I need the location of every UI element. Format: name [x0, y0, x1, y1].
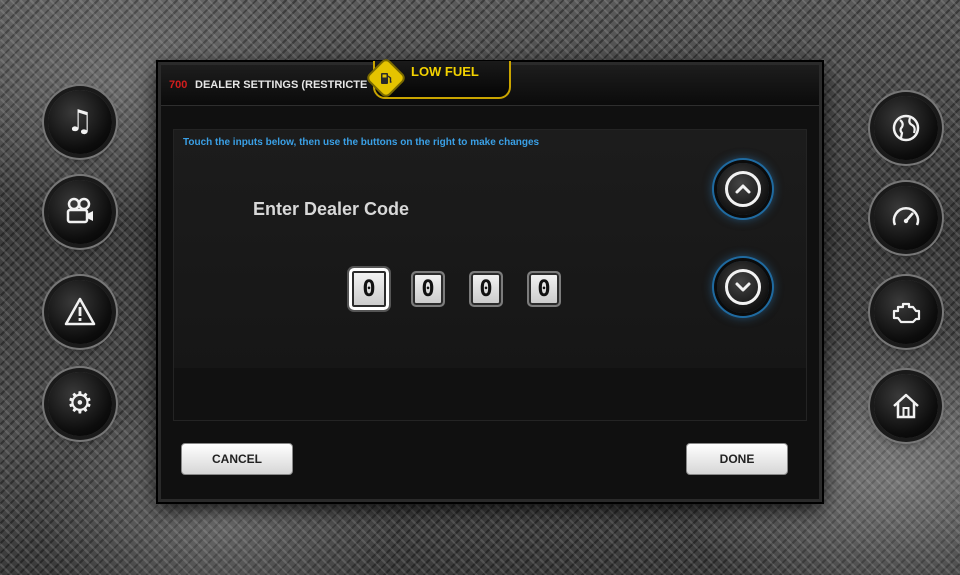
decrement-button[interactable]	[717, 261, 769, 313]
camera-button[interactable]	[48, 180, 112, 244]
code-digit-4[interactable]: 0	[527, 271, 561, 307]
home-icon	[893, 393, 919, 419]
engine-button[interactable]	[874, 280, 938, 344]
content-divider-band	[174, 368, 806, 420]
globe-icon	[892, 114, 920, 142]
navigation-button[interactable]	[874, 96, 938, 160]
audio-button[interactable]: ♫	[48, 90, 112, 154]
increment-button[interactable]	[717, 163, 769, 215]
dealer-settings-dialog: 700 DEALER SETTINGS (RESTRICTE LOW FUEL …	[158, 59, 822, 502]
chevron-up-icon	[725, 171, 761, 207]
page-title: DEALER SETTINGS (RESTRICTE	[195, 79, 368, 91]
music-note-icon: ♫	[66, 104, 94, 139]
dealer-code-label: Enter Dealer Code	[253, 199, 410, 219]
done-button[interactable]: DONE	[686, 443, 788, 475]
cancel-button[interactable]: CANCEL	[181, 443, 293, 475]
warning-icon	[64, 297, 96, 326]
gauges-button[interactable]	[874, 186, 938, 250]
chevron-down-icon	[725, 269, 761, 305]
engine-icon	[892, 302, 921, 324]
low-fuel-alert: LOW FUEL	[367, 59, 511, 99]
camera-icon	[66, 197, 93, 224]
screen-number: 700	[169, 79, 188, 91]
settings-button[interactable]: ⚙	[48, 372, 112, 436]
fuel-pump-icon	[367, 59, 405, 97]
code-digit-3[interactable]: 0	[469, 271, 503, 307]
instructions-text: Touch the inputs below, then use the but…	[183, 137, 540, 148]
code-digit-2[interactable]: 0	[411, 271, 445, 307]
speedometer-icon	[892, 207, 920, 226]
home-button[interactable]	[874, 374, 938, 438]
gear-icon: ⚙	[66, 386, 94, 421]
warnings-button[interactable]	[48, 280, 112, 344]
code-digit-1[interactable]: 0	[349, 268, 389, 310]
low-fuel-label: LOW FUEL	[411, 64, 479, 79]
